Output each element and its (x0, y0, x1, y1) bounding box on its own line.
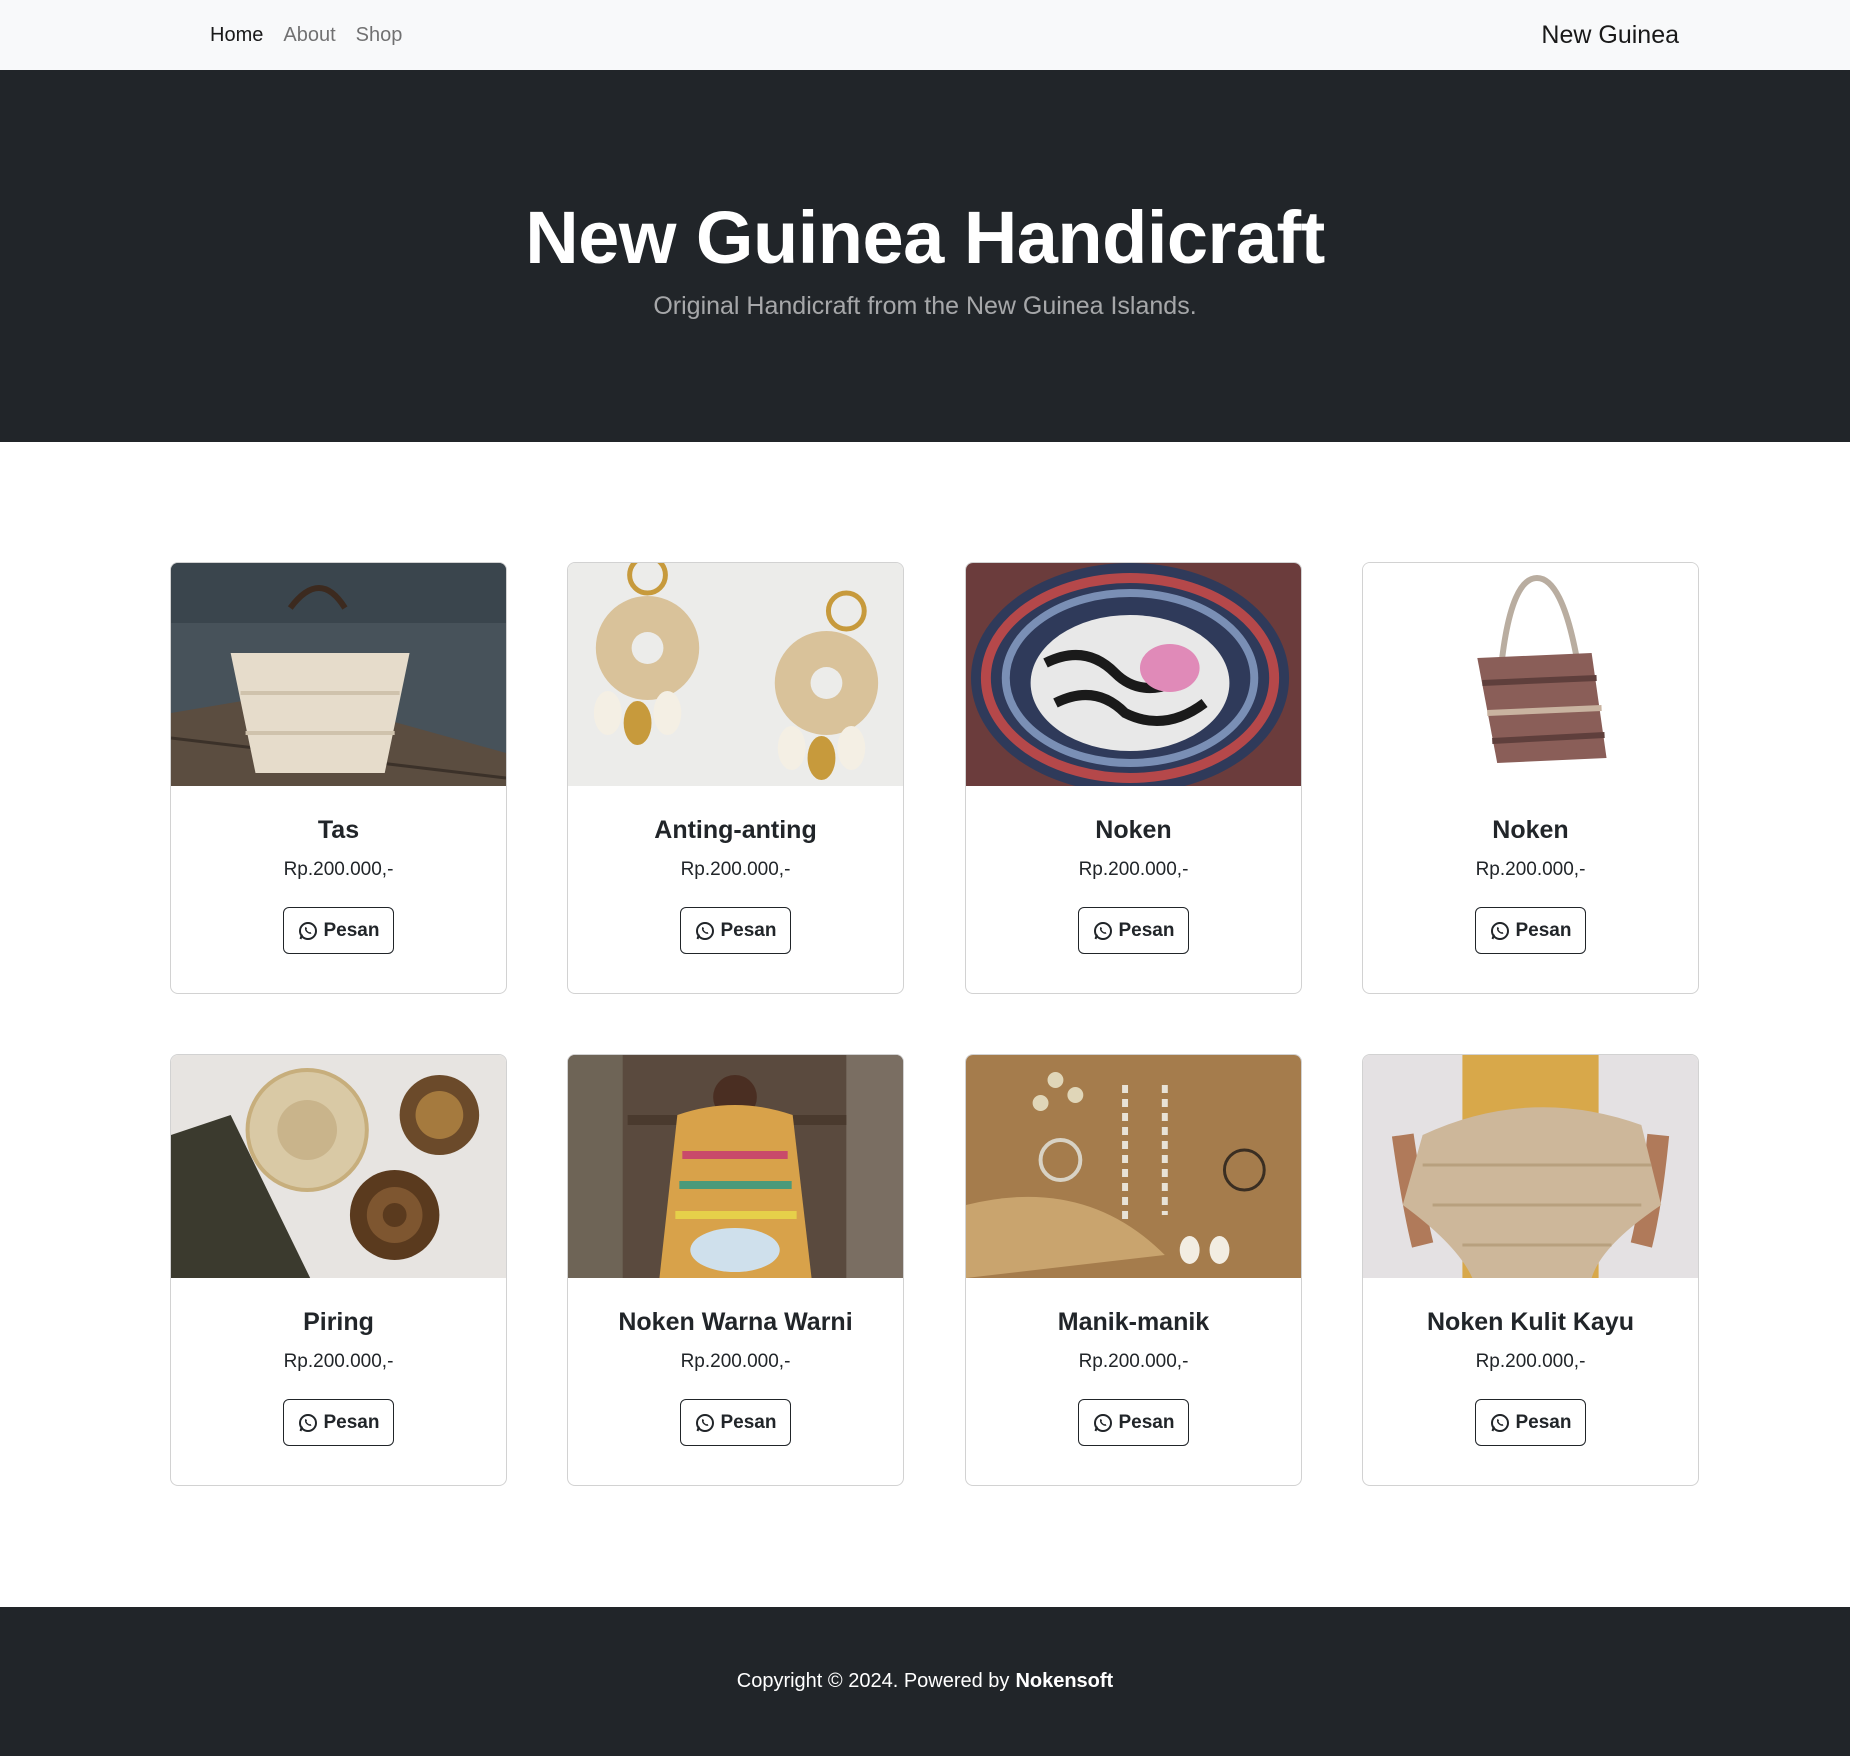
whatsapp-icon (298, 1413, 317, 1432)
nav-links: Home About Shop (210, 0, 402, 70)
nav-link-home[interactable]: Home (210, 24, 263, 47)
navbar: Home About Shop New Guinea (0, 0, 1850, 70)
product-price: Rp.200.000,- (1078, 1351, 1189, 1372)
order-button-label: Pesan (323, 1411, 380, 1433)
product-image-noken (1363, 563, 1698, 786)
order-button-label: Pesan (1118, 919, 1175, 941)
order-button[interactable]: Pesan (282, 907, 395, 954)
order-button-label: Pesan (1515, 1411, 1572, 1433)
footer-copyright: Copyright © 2024. Powered by (736, 1670, 1010, 1692)
whatsapp-icon (695, 1413, 714, 1432)
product-price: Rp.200.000,- (1475, 859, 1586, 880)
product-name: Noken (1095, 816, 1172, 844)
product-price: Rp.200.000,- (283, 1351, 394, 1372)
product-name: Tas (317, 816, 360, 844)
product-price: Rp.200.000,- (680, 859, 791, 880)
product-card: Noken Warna Warni Rp.200.000,- Pesan (567, 1054, 904, 1486)
product-card: Noken Rp.200.000,- Pesan (965, 562, 1302, 994)
order-button-label: Pesan (720, 919, 777, 941)
whatsapp-icon (1093, 921, 1112, 940)
whatsapp-icon (1093, 1413, 1112, 1432)
product-card: Noken Rp.200.000,- Pesan (1362, 562, 1699, 994)
product-price: Rp.200.000,- (1078, 859, 1189, 880)
whatsapp-icon (1490, 921, 1509, 940)
order-button[interactable]: Pesan (679, 1399, 792, 1446)
footer-brand: Nokensoft (1015, 1670, 1114, 1692)
order-button-label: Pesan (1118, 1411, 1175, 1433)
order-button[interactable]: Pesan (679, 907, 792, 954)
product-image-noken-kulit-kayu (1363, 1055, 1698, 1278)
order-button-label: Pesan (720, 1411, 777, 1433)
order-button[interactable]: Pesan (1474, 1399, 1587, 1446)
product-name: Anting-anting (654, 816, 817, 844)
order-button[interactable]: Pesan (1474, 907, 1587, 954)
product-image-noken (966, 563, 1301, 786)
navbar-brand[interactable]: New Guinea (1541, 0, 1679, 70)
product-card: Piring Rp.200.000,- Pesan (170, 1054, 507, 1486)
product-grid: Tas Rp.200.000,- Pesan Anting-anting Rp.… (0, 442, 1850, 1607)
order-button-label: Pesan (323, 919, 380, 941)
product-name: Noken (1492, 816, 1569, 844)
order-button[interactable]: Pesan (1077, 907, 1190, 954)
product-image-piring (171, 1055, 506, 1278)
whatsapp-icon (695, 921, 714, 940)
product-image-noken-warna-warni (568, 1055, 903, 1278)
product-image-tas (171, 563, 506, 786)
product-card: Noken Kulit Kayu Rp.200.000,- Pesan (1362, 1054, 1699, 1486)
hero-section: New Guinea Handicraft Original Handicraf… (0, 70, 1850, 442)
footer: Copyright © 2024. Powered by Nokensoft (0, 1607, 1850, 1756)
whatsapp-icon (1490, 1413, 1509, 1432)
product-name: Manik-manik (1057, 1308, 1210, 1336)
product-card: Manik-manik Rp.200.000,- Pesan (965, 1054, 1302, 1486)
product-price: Rp.200.000,- (283, 859, 394, 880)
nav-link-shop[interactable]: Shop (356, 24, 403, 47)
order-button[interactable]: Pesan (1077, 1399, 1190, 1446)
product-price: Rp.200.000,- (680, 1351, 791, 1372)
product-name: Noken Warna Warni (618, 1308, 853, 1336)
product-image-manik-manik (966, 1055, 1301, 1278)
hero-title: New Guinea Handicraft (525, 196, 1325, 279)
product-name: Noken Kulit Kayu (1427, 1308, 1634, 1336)
product-name: Piring (303, 1308, 374, 1336)
order-button[interactable]: Pesan (282, 1399, 395, 1446)
order-button-label: Pesan (1515, 919, 1572, 941)
product-image-anting-anting (568, 563, 903, 786)
product-card: Tas Rp.200.000,- Pesan (170, 562, 507, 994)
product-price: Rp.200.000,- (1475, 1351, 1586, 1372)
product-card: Anting-anting Rp.200.000,- Pesan (567, 562, 904, 994)
nav-link-about[interactable]: About (283, 24, 335, 47)
whatsapp-icon (298, 921, 317, 940)
hero-subtitle: Original Handicraft from the New Guinea … (653, 292, 1197, 320)
